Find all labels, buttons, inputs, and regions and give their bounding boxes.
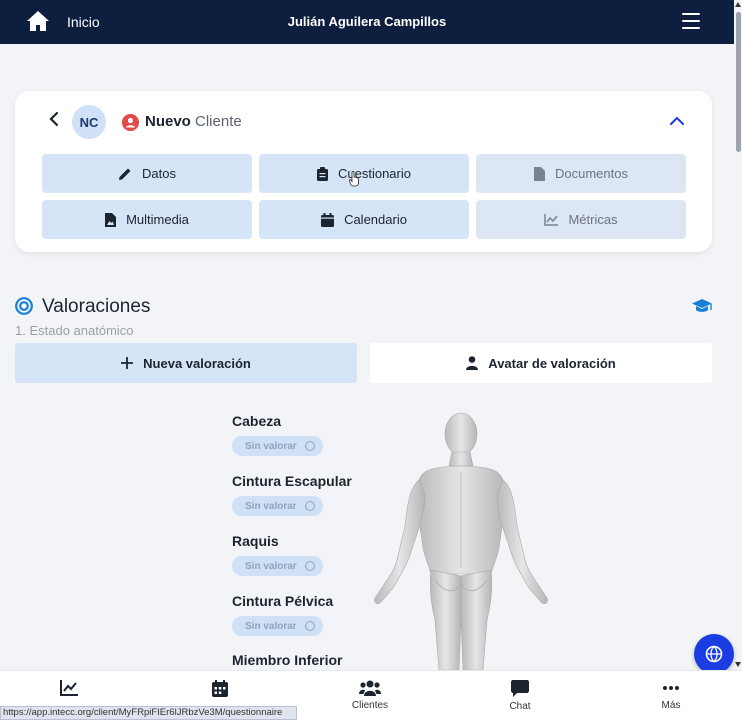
- chevron-up-icon[interactable]: [669, 114, 685, 126]
- region-label-cabeza: Cabeza: [232, 413, 282, 429]
- client-title-rest: Cliente: [195, 113, 242, 130]
- assessment-avatar-label: Avatar de valoración: [488, 355, 616, 371]
- status-badge[interactable]: Sin valorar: [232, 496, 323, 516]
- language-globe-button[interactable]: [694, 634, 734, 674]
- new-assessment-label: Nueva valoración: [143, 355, 251, 371]
- document-icon: [534, 166, 545, 181]
- scrollbar-thumb[interactable]: [736, 12, 741, 152]
- client-card: NC Nuevo Cliente Datos Cuestionario Docu…: [15, 91, 712, 252]
- status-badge[interactable]: Sin valorar: [232, 556, 323, 576]
- image-file-icon: [105, 212, 117, 227]
- clipboard-icon: [317, 166, 328, 181]
- tile-calendario[interactable]: Calendario: [259, 200, 469, 239]
- top-bar: Inicio Julián Aguilera Campillos: [0, 0, 734, 44]
- line-chart-icon: [60, 680, 78, 696]
- pencil-icon: [119, 168, 131, 180]
- client-avatar: NC: [72, 105, 106, 139]
- tile-cuestionario[interactable]: Cuestionario: [259, 154, 469, 193]
- globe-icon: [705, 645, 723, 663]
- nav-item-mas[interactable]: Más: [631, 671, 711, 720]
- new-assessment-button[interactable]: Nueva valoración: [15, 343, 357, 383]
- nav-item-clientes[interactable]: Clientes: [330, 671, 410, 720]
- graduation-cap-icon[interactable]: [691, 297, 713, 315]
- client-title: Nuevo Cliente: [145, 113, 242, 130]
- region-label-cintura-pelvica: Cintura Pélvica: [232, 593, 334, 609]
- status-bar-url: https://app.intecc.org/client/MyFRpiFIEr…: [0, 706, 297, 720]
- scroll-up-arrow[interactable]: [735, 2, 741, 7]
- region-label-cintura-escapular: Cintura Escapular: [232, 473, 352, 489]
- nav-item-chat[interactable]: Chat: [480, 671, 560, 720]
- tile-multimedia[interactable]: Multimedia: [42, 200, 252, 239]
- tile-label: Documentos: [555, 166, 628, 181]
- target-icon: [15, 297, 33, 315]
- section-title: Valoraciones: [42, 296, 151, 317]
- circle-icon: [304, 441, 315, 451]
- tile-label: Métricas: [568, 212, 618, 227]
- back-chevron-icon[interactable]: [48, 111, 60, 127]
- scroll-down-arrow[interactable]: [735, 662, 741, 667]
- users-icon: [359, 680, 381, 696]
- hand-cursor-icon: [349, 171, 359, 187]
- status-text: Sin valorar: [245, 560, 297, 572]
- user-icon: [466, 356, 479, 370]
- region-label-miembro-inferior: Miembro Inferior: [232, 652, 343, 668]
- body-model-figure[interactable]: [365, 408, 560, 670]
- circle-icon: [304, 561, 315, 571]
- status-text: Sin valorar: [245, 500, 297, 512]
- chat-icon: [511, 680, 529, 697]
- circle-icon: [304, 501, 315, 511]
- plus-icon: [121, 357, 134, 369]
- tile-metricas[interactable]: Métricas: [476, 200, 686, 239]
- calendar-icon: [321, 212, 335, 227]
- client-title-bold: Nuevo: [145, 113, 191, 130]
- tile-documentos[interactable]: Documentos: [476, 154, 686, 193]
- tile-label: Calendario: [344, 212, 407, 227]
- section-subtitle: 1. Estado anatómico: [15, 323, 134, 338]
- tile-label: Datos: [142, 166, 176, 181]
- person-icon: [122, 114, 139, 131]
- circle-icon: [304, 621, 315, 631]
- status-badge[interactable]: Sin valorar: [232, 436, 323, 456]
- region-label-raquis: Raquis: [232, 533, 279, 549]
- calendar-icon: [212, 680, 228, 697]
- hamburger-menu-icon[interactable]: [682, 13, 700, 29]
- nav-label: Chat: [509, 701, 531, 712]
- status-text: Sin valorar: [245, 620, 297, 632]
- tile-datos[interactable]: Datos: [42, 154, 252, 193]
- status-badge[interactable]: Sin valorar: [232, 616, 323, 636]
- line-chart-icon: [544, 213, 559, 226]
- nav-label: Clientes: [351, 700, 389, 711]
- tile-label: Multimedia: [126, 212, 189, 227]
- nav-label: Más: [661, 700, 681, 711]
- status-text: Sin valorar: [245, 440, 297, 452]
- assessment-avatar-button[interactable]: Avatar de valoración: [370, 343, 712, 383]
- more-icon: [663, 686, 679, 690]
- user-name: Julián Aguilera Campillos: [287, 14, 447, 29]
